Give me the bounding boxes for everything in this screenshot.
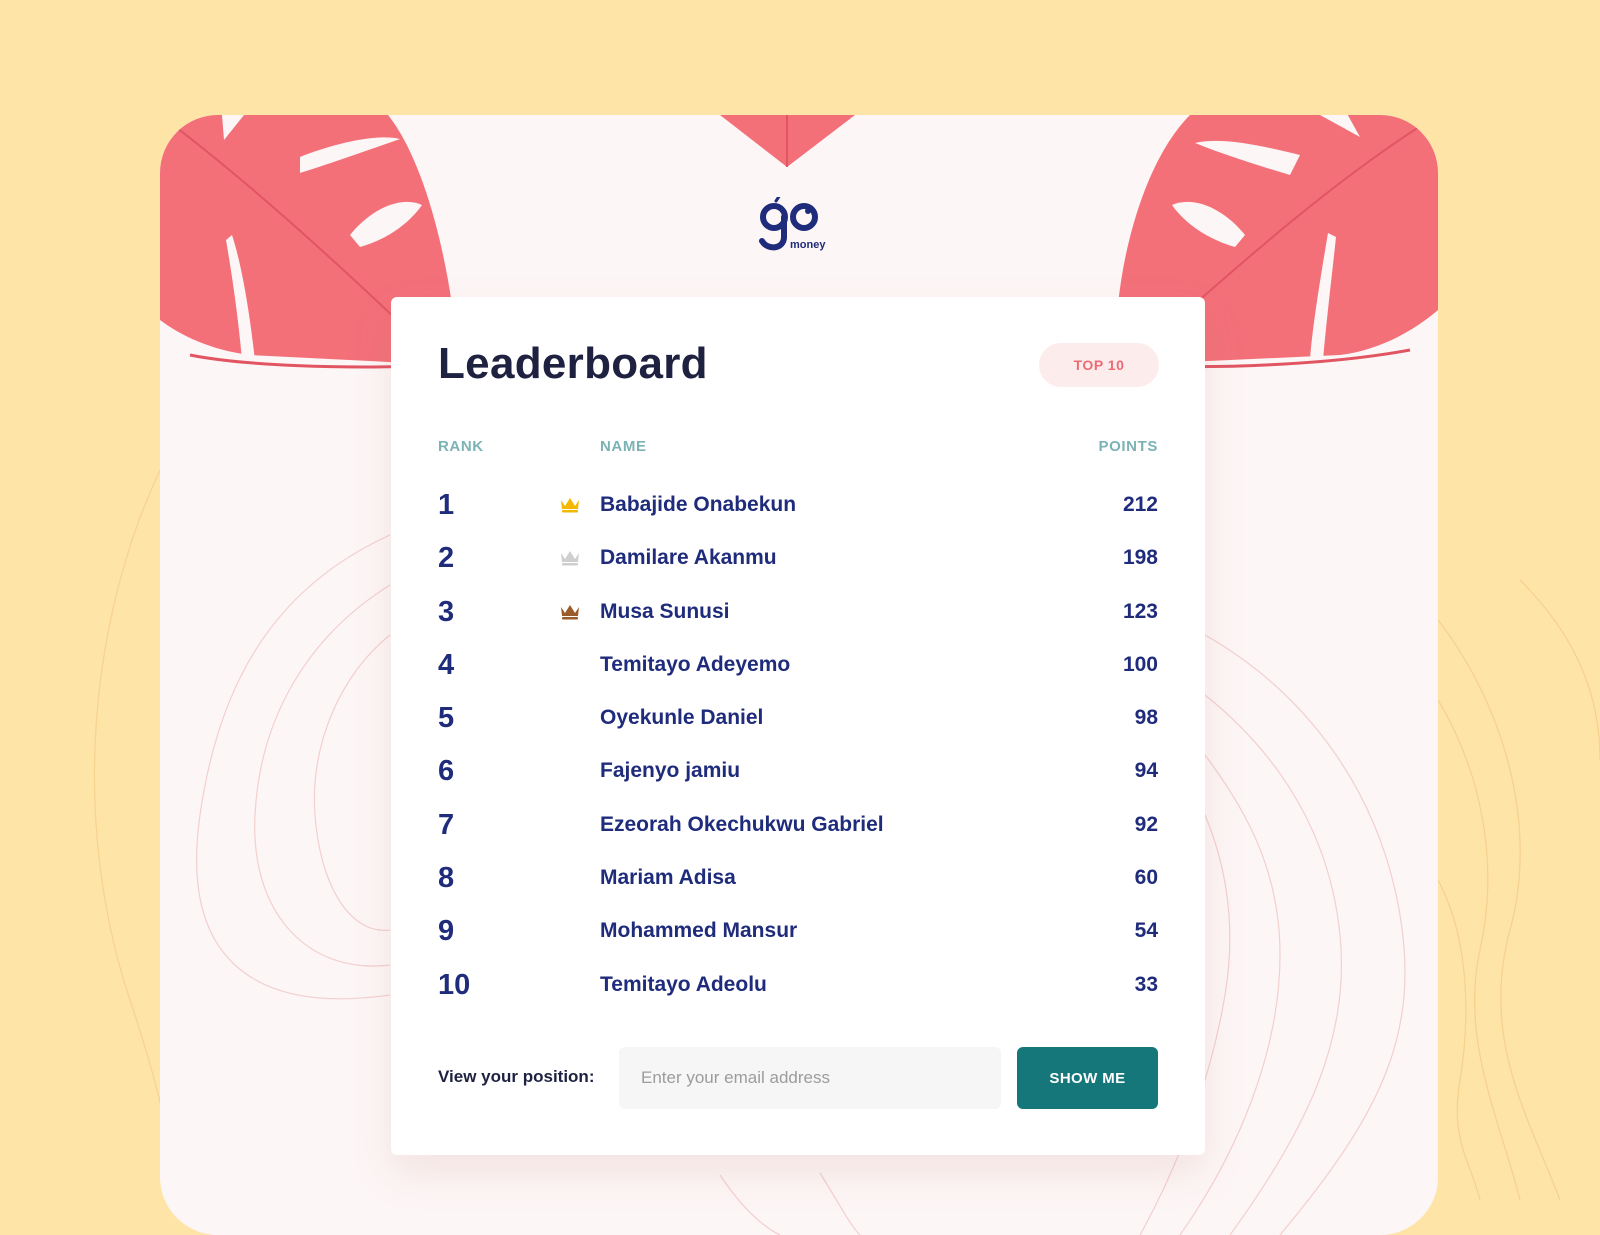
player-points: 60 [1134,866,1158,890]
player-name: Damilare Akanmu [600,546,777,570]
rank-number: 6 [438,755,455,788]
column-header-rank: RANK [438,438,484,455]
page-title: Leaderboard [438,339,708,388]
player-name: Mariam Adisa [600,866,736,890]
rank-number: 4 [438,648,455,681]
top-10-badge: TOP 10 [1039,343,1159,387]
player-points: 54 [1134,919,1158,943]
player-points: 198 [1122,546,1158,570]
silver-crown-icon [561,551,579,566]
go-money-logo-icon: money [759,193,826,251]
show-me-button[interactable]: SHOW ME [1017,1047,1158,1109]
player-name: Musa Sunusi [600,599,730,623]
leaderboard-row: 2 Damilare Akanmu 198 [391,540,1205,593]
rank-number: 7 [438,808,455,841]
player-name: Temitayo Adeyemo [600,652,791,676]
rank-number: 10 [438,968,471,1001]
view-position-label: View your position: [438,1067,595,1086]
rank-number: 1 [438,489,455,521]
player-name: Mohammed Mansur [600,919,798,943]
rank-number: 3 [438,595,455,628]
player-points: 98 [1134,706,1158,730]
leaderboard-row: 9 Mohammed Mansur 54 [391,913,1205,966]
column-header-points: POINTS [1098,438,1158,455]
leaderboard-row: 1 Babajide Onabekun 212 [391,487,1205,540]
rank-number: 2 [438,542,455,575]
bronze-crown-icon [561,604,579,620]
leaderboard-row: 10 Temitayo Adeolu 33 [391,967,1205,1020]
player-points: 100 [1122,652,1158,676]
app-frame: money Leaderboard TOP 10 RANK NAME POINT… [160,115,1438,1235]
email-input[interactable] [619,1047,1001,1109]
player-name: Ezeorah Okechukwu Gabriel [600,812,884,836]
rank-number: 8 [438,862,455,895]
rank-number: 5 [438,702,455,735]
player-name: Temitayo Adeolu [600,972,767,996]
logo-text: money [790,239,826,251]
gold-crown-icon [561,498,579,513]
player-name: Fajenyo jamiu [600,759,741,783]
leaderboard-row: 7 Ezeorah Okechukwu Gabriel 92 [391,807,1205,860]
player-points: 94 [1134,759,1158,783]
player-points: 212 [1122,493,1158,516]
player-points: 33 [1134,972,1158,996]
column-header-name: NAME [600,438,647,455]
player-points: 123 [1122,599,1158,623]
player-points: 92 [1134,812,1158,836]
leaderboard-row: 5 Oyekunle Daniel 98 [391,700,1205,753]
leaderboard-row: 8 Mariam Adisa 60 [391,860,1205,913]
leaderboard-list: 1 Babajide Onabekun 212 2 Damilare Akanm… [391,487,1205,1020]
player-name: Babajide Onabekun [600,493,797,516]
leaderboard-row: 3 Musa Sunusi 123 [391,594,1205,647]
go-money-logo: money [756,193,836,257]
leaderboard-row: 6 Fajenyo jamiu 94 [391,753,1205,806]
leaderboard-card: Leaderboard TOP 10 RANK NAME POINTS 1 Ba… [391,297,1205,1155]
rank-number: 9 [438,915,455,948]
leaderboard-row: 4 Temitayo Adeyemo 100 [391,647,1205,700]
player-name: Oyekunle Daniel [600,706,764,730]
